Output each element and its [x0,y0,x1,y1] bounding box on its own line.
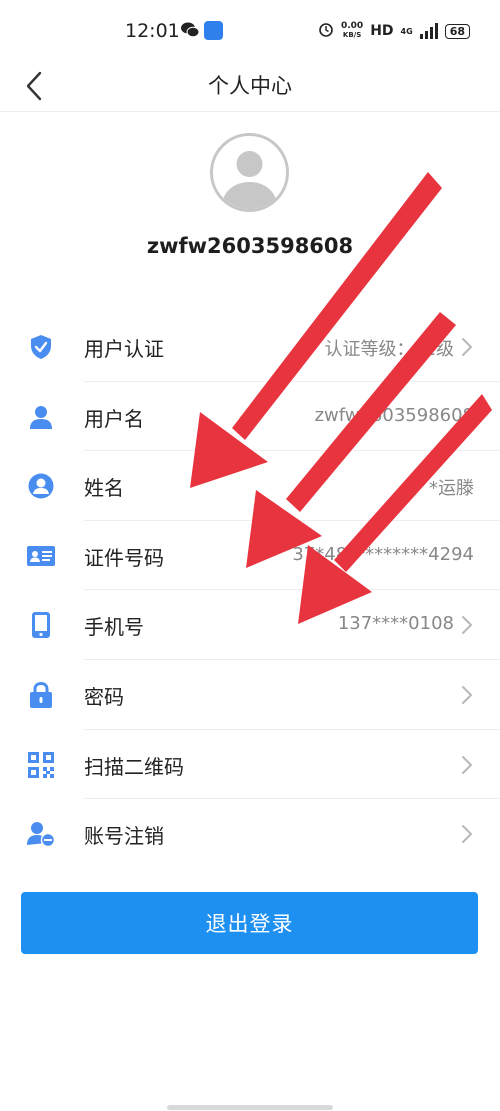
username-value: zwfw2603598608 [314,404,474,426]
profile-menu: 用户认证 认证等级：L1级 用户名 zwfw2603598608 姓名 *运滕 … [0,312,500,869]
menu-item-verification[interactable]: 用户认证 认证等级：L1级 [0,312,500,382]
menu-item-label: 姓名 [84,476,124,501]
chevron-right-icon [462,616,472,635]
wechat-icon [181,22,200,42]
chevron-right-icon [462,755,472,774]
id-number-value: 37*48*********4294 [292,543,474,565]
logout-button[interactable]: 退出登录 [21,892,478,954]
chevron-right-icon [462,338,472,356]
hd-indicator: HD [370,23,394,39]
menu-item-label: 用户认证 [84,337,164,361]
real-name-value: *运滕 [429,478,474,500]
menu-item-label: 扫描二维码 [84,754,184,779]
menu-item-cancel-account[interactable]: 账号注销 [0,799,500,869]
status-indicators: 0.00 KB/S HD 4G 68 [318,21,470,41]
qr-code-icon [27,751,55,779]
user-circle-icon [27,472,55,500]
menu-item-label: 证件号码 [84,545,164,570]
menu-item-scan-qr[interactable]: 扫描二维码 [0,730,500,800]
network-speed-unit: KB/S [342,31,362,39]
signal-icon [419,23,438,39]
network-speed-value: 0.00 [340,21,364,31]
menu-item-password[interactable]: 密码 [0,660,500,730]
network-speed: 0.00 KB/S [341,22,363,40]
chevron-right-icon [462,685,472,704]
status-bar: 12:01 0.00 KB/S HD 4G 68 [0,0,500,62]
chevron-right-icon [462,825,472,844]
home-indicator[interactable] [167,1105,333,1110]
default-avatar-icon [222,151,277,209]
navigation-bar: 个人中心 [0,62,500,112]
profile-username: zwfw2603598608 [146,234,354,258]
id-card-icon [27,542,55,570]
menu-item-label: 用户名 [84,406,144,431]
verification-level: 认证等级：L1级 [324,339,454,360]
network-type: 4G [400,26,413,36]
menu-item-name: 姓名 *运滕 [0,451,500,521]
alarm-icon [318,21,334,41]
menu-item-username: 用户名 zwfw2603598608 [0,382,500,452]
status-time: 12:01 [125,20,180,42]
app-notification-icon [204,21,223,40]
lock-icon [27,681,55,709]
user-remove-icon [27,820,55,848]
user-icon [27,403,55,431]
menu-item-label: 手机号 [84,615,144,640]
menu-item-label: 账号注销 [84,824,164,849]
menu-item-id-number: 证件号码 37*48*********4294 [0,521,500,591]
phone-icon [27,611,55,639]
menu-item-label: 密码 [84,684,124,709]
page-title: 个人中心 [208,74,292,98]
avatar[interactable] [210,133,289,212]
battery-indicator: 68 [444,23,470,39]
menu-item-phone[interactable]: 手机号 137****0108 [0,590,500,660]
phone-value: 137****0108 [337,613,454,635]
shield-check-icon [27,333,55,361]
